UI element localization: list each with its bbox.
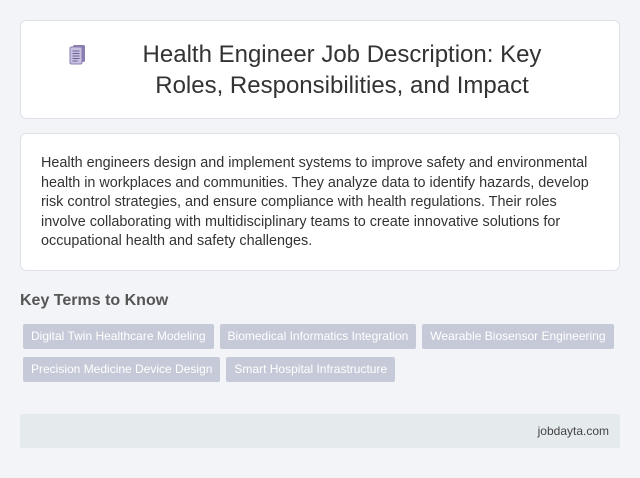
key-term-tag[interactable]: Biomedical Informatics Integration bbox=[219, 324, 417, 349]
document-icon bbox=[69, 44, 85, 64]
page-title: Health Engineer Job Description: Key Rol… bbox=[142, 40, 542, 99]
key-terms-list: Digital Twin Healthcare Modeling Biomedi… bbox=[23, 324, 623, 390]
key-terms-heading: Key Terms to Know bbox=[20, 292, 169, 309]
title-card: Health Engineer Job Description: Key Rol… bbox=[20, 20, 620, 119]
key-term-tag[interactable]: Wearable Biosensor Engineering bbox=[422, 324, 614, 349]
footer-site-link[interactable]: jobdayta.com bbox=[538, 424, 609, 438]
description-text: Health engineers design and implement sy… bbox=[41, 155, 589, 250]
key-term-tag[interactable]: Digital Twin Healthcare Modeling bbox=[23, 324, 214, 349]
key-term-tag[interactable]: Smart Hospital Infrastructure bbox=[226, 357, 396, 382]
key-term-tag[interactable]: Precision Medicine Device Design bbox=[23, 357, 221, 382]
title-wrap: Health Engineer Job Description: Key Rol… bbox=[63, 39, 577, 101]
description-card: Health engineers design and implement sy… bbox=[20, 133, 620, 271]
footer: jobdayta.com bbox=[20, 414, 620, 448]
